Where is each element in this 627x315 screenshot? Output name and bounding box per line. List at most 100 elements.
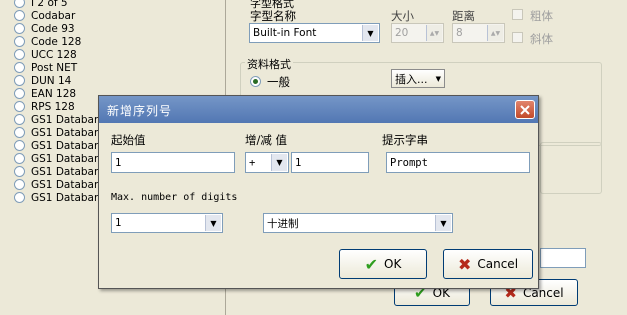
spin-arrows-icon: ▲▼ xyxy=(426,25,442,41)
barcode-option[interactable]: GS1 Databar xyxy=(14,139,98,152)
increment-value-input[interactable]: 1 xyxy=(291,152,369,173)
radio-button[interactable] xyxy=(14,49,25,60)
ok-button[interactable]: ✔ OK xyxy=(339,249,427,279)
barcode-option[interactable]: GS1 Databar xyxy=(14,126,98,139)
barcode-option[interactable]: UCC 128 xyxy=(14,48,77,61)
operator-select[interactable]: + ▼ xyxy=(245,152,289,173)
radio-button[interactable] xyxy=(14,0,25,8)
bold-label: 粗体 xyxy=(530,9,553,23)
barcode-option-label: Codabar xyxy=(31,9,76,22)
prompt-input[interactable]: Prompt xyxy=(386,152,530,173)
preview-group xyxy=(540,142,602,194)
barcode-option[interactable]: Code 128 xyxy=(14,35,81,48)
barcode-option[interactable]: I 2 of 5 xyxy=(14,0,68,9)
bold-checkbox[interactable] xyxy=(512,9,523,20)
spin-arrows-icon: ▲▼ xyxy=(487,25,503,41)
chevron-down-icon: ▼ xyxy=(435,215,451,231)
radio-dot-icon xyxy=(253,79,258,84)
barcode-option[interactable]: GS1 Databar xyxy=(14,113,98,126)
dialog-titlebar[interactable]: 新增序列号 xyxy=(99,96,538,123)
chevron-down-icon: ▼ xyxy=(435,74,441,83)
font-name-label: 字型名称 xyxy=(250,9,296,23)
spacing-value: 8 xyxy=(456,27,463,39)
new-serial-number-dialog: 新增序列号 起始值 1 增/减 值 + ▼ 1 提示字串 Prompt Max.… xyxy=(98,95,539,289)
barcode-option-label: GS1 Databar xyxy=(31,126,99,139)
radio-button[interactable] xyxy=(14,101,25,112)
max-digits-value: 1 xyxy=(115,217,122,229)
barcode-option-label: UCC 128 xyxy=(31,48,77,61)
radio-button[interactable] xyxy=(14,140,25,151)
start-value-input[interactable]: 1 xyxy=(111,152,235,173)
barcode-option-label: GS1 Databar xyxy=(31,191,99,204)
barcode-option-label: RPS 128 xyxy=(31,100,75,113)
italic-checkbox[interactable] xyxy=(512,32,523,43)
barcode-option-label: GS1 Databar xyxy=(31,113,99,126)
data-format-title: 资料格式 xyxy=(245,56,293,72)
chevron-down-icon: ▼ xyxy=(205,215,221,231)
italic-label: 斜体 xyxy=(530,32,553,46)
insert-dropdown[interactable]: 插入... ▼ xyxy=(391,69,445,88)
radio-button[interactable] xyxy=(14,127,25,138)
font-name-value: Built-in Font xyxy=(253,27,317,39)
number-base-select[interactable]: 十进制 ▼ xyxy=(263,213,453,233)
prompt-value-text: Prompt xyxy=(390,156,428,169)
radio-button[interactable] xyxy=(14,179,25,190)
barcode-option-label: GS1 Databar xyxy=(31,165,99,178)
size-value: 20 xyxy=(395,27,409,39)
x-icon: ✖ xyxy=(457,254,472,274)
barcode-option[interactable]: Codabar xyxy=(14,9,75,22)
radio-button[interactable] xyxy=(14,36,25,47)
close-icon xyxy=(520,104,530,115)
radio-button[interactable] xyxy=(14,166,25,177)
max-digits-label: Max. number of digits xyxy=(111,192,238,203)
barcode-option[interactable]: GS1 Databar S xyxy=(14,152,108,165)
radio-button[interactable] xyxy=(14,75,25,86)
barcode-option[interactable]: Post NET xyxy=(14,61,77,74)
increment-value-text: 1 xyxy=(295,156,302,169)
check-icon: ✔ xyxy=(364,254,379,274)
barcode-option-label: GS1 Databar xyxy=(31,139,99,152)
radio-button[interactable] xyxy=(14,23,25,34)
barcode-option[interactable]: GS1 Databar xyxy=(14,178,98,191)
barcode-option-label: GS1 Databar S xyxy=(31,152,109,165)
barcode-option-label: Code 93 xyxy=(31,22,75,35)
max-digits-select[interactable]: 1 ▼ xyxy=(111,213,223,233)
radio-button[interactable] xyxy=(14,62,25,73)
cancel-button[interactable]: ✖ Cancel xyxy=(443,249,533,279)
barcode-option[interactable]: Code 93 xyxy=(14,22,75,35)
barcode-option-label: Code 128 xyxy=(31,35,82,48)
cancel-label: Cancel xyxy=(477,257,519,271)
radio-button[interactable] xyxy=(14,153,25,164)
operator-value: + xyxy=(249,156,256,169)
start-value-text: 1 xyxy=(115,156,122,169)
general-radio[interactable] xyxy=(250,76,261,87)
barcode-option[interactable]: DUN 14 xyxy=(14,74,71,87)
spacing-stepper[interactable]: 8 ▲▼ xyxy=(452,23,505,43)
radio-button[interactable] xyxy=(14,192,25,203)
barcode-option-label: DUN 14 xyxy=(31,74,72,87)
radio-button[interactable] xyxy=(14,114,25,125)
prompt-label: 提示字串 xyxy=(382,133,428,147)
background-text-field[interactable] xyxy=(540,248,586,268)
general-label: 一般 xyxy=(267,75,290,89)
barcode-option[interactable]: GS1 Databar xyxy=(14,191,98,204)
radio-button[interactable] xyxy=(14,10,25,21)
barcode-option-label: Post NET xyxy=(31,61,78,74)
barcode-option[interactable]: GS1 Databar xyxy=(14,165,98,178)
chevron-down-icon: ▼ xyxy=(362,25,378,41)
close-button[interactable] xyxy=(515,100,535,119)
radio-button[interactable] xyxy=(14,88,25,99)
ok-label: OK xyxy=(384,257,402,271)
chevron-down-icon: ▼ xyxy=(271,154,287,171)
barcode-option-label: EAN 128 xyxy=(31,87,77,100)
size-label: 大小 xyxy=(391,9,414,23)
barcode-option[interactable]: EAN 128 xyxy=(14,87,76,100)
spacing-label: 距离 xyxy=(452,9,475,23)
increment-label: 增/减 值 xyxy=(245,133,288,147)
barcode-option-label: I 2 of 5 xyxy=(31,0,68,9)
size-stepper[interactable]: 20 ▲▼ xyxy=(391,23,444,43)
insert-label: 插入... xyxy=(395,72,428,86)
barcode-option[interactable]: RPS 128 xyxy=(14,100,75,113)
barcode-option-label: GS1 Databar xyxy=(31,178,99,191)
font-name-select[interactable]: Built-in Font ▼ xyxy=(249,23,380,43)
